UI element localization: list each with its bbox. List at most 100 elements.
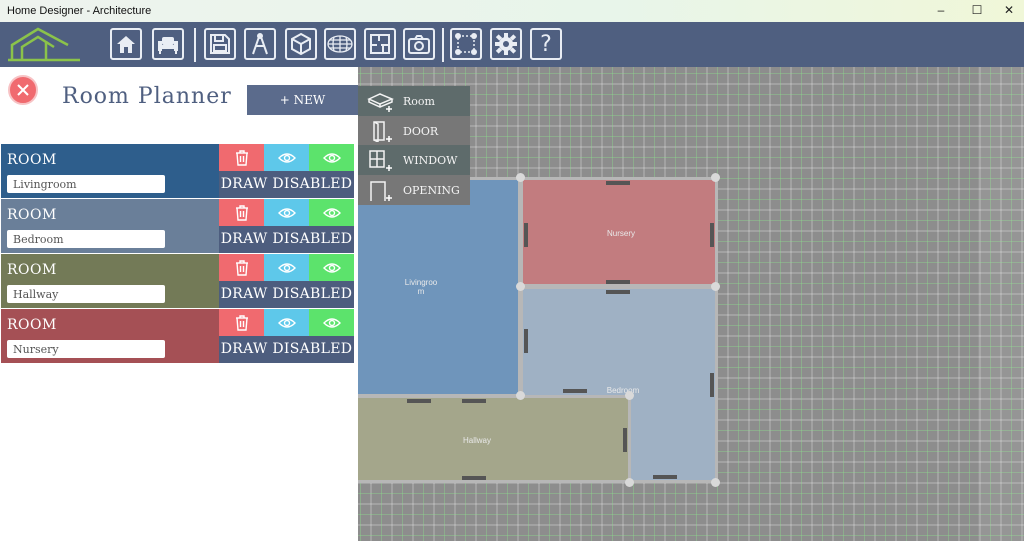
room-type-label: ROOM	[7, 152, 57, 168]
toggle-3d-visibility-button[interactable]	[309, 144, 354, 171]
toggle-3d-visibility-button[interactable]	[309, 254, 354, 281]
toggle-visibility-button[interactable]	[264, 199, 309, 226]
furniture-button[interactable]	[152, 28, 184, 60]
camera-button[interactable]	[403, 28, 435, 60]
home-button[interactable]	[110, 28, 142, 60]
app-logo	[8, 25, 80, 67]
wall-dimension-tag	[606, 181, 630, 185]
canvas-room-nursery[interactable]: Nursery	[520, 177, 718, 287]
title-bar: Home Designer - Architecture – ☐ ✕	[0, 0, 1024, 22]
eye-icon	[277, 152, 296, 163]
canvas-room-hallway[interactable]: Hallway	[358, 395, 631, 483]
settings-button[interactable]	[490, 28, 522, 60]
wall-dimension-tag	[710, 373, 714, 397]
maximize-button[interactable]: ☐	[960, 0, 994, 22]
delete-room-button[interactable]	[219, 254, 264, 281]
canvas-room-label: Nursery	[606, 229, 635, 238]
window-icon	[369, 150, 392, 171]
corner-node[interactable]	[711, 173, 720, 182]
room-type-label: ROOM	[7, 317, 57, 333]
room-name-input[interactable]: Bedroom	[7, 230, 165, 248]
wall-dimension-tag	[606, 280, 630, 284]
draw-toggle-button[interactable]: DRAW DISABLED	[219, 226, 354, 253]
menu-item-window[interactable]: WINDOW	[358, 145, 470, 175]
corner-node[interactable]	[625, 391, 634, 400]
trash-icon	[235, 149, 248, 166]
corner-node[interactable]	[516, 173, 525, 182]
room-planner-panel: Room Planner + NEW ROOM Livingroom DRAW …	[0, 67, 358, 541]
menu-item-room[interactable]: Room	[358, 86, 470, 116]
room-name-input[interactable]: Hallway	[7, 285, 165, 303]
canvas-room-label: Bedroom	[606, 386, 640, 395]
3d-box-icon	[291, 32, 311, 56]
wall-dimension-tag	[407, 399, 431, 403]
room-name-input[interactable]: Livingroom	[7, 175, 165, 193]
canvas-edge-band	[978, 67, 1024, 541]
select-points-button[interactable]	[450, 28, 482, 60]
delete-room-button[interactable]	[219, 144, 264, 171]
wall-dimension-tag	[462, 476, 486, 480]
wall-dimension-tag	[623, 428, 627, 452]
opening-icon	[370, 181, 392, 201]
corner-node[interactable]	[711, 282, 720, 291]
room-name-input[interactable]: Nursery	[7, 340, 165, 358]
draw-toggle-button[interactable]: DRAW DISABLED	[219, 171, 354, 198]
room-icon	[367, 93, 394, 112]
help-button[interactable]: ?	[530, 28, 562, 60]
eye-icon	[322, 262, 341, 273]
floorplan-icon	[370, 34, 390, 54]
menu-item-opening[interactable]: OPENING	[358, 175, 470, 205]
eye-icon	[322, 207, 341, 218]
draw-toggle-button[interactable]: DRAW DISABLED	[219, 336, 354, 363]
toggle-visibility-button[interactable]	[264, 309, 309, 336]
toggle-visibility-button[interactable]	[264, 144, 309, 171]
room-type-label: ROOM	[7, 262, 57, 278]
drafting-icon	[252, 33, 268, 55]
floorplan-button[interactable]	[364, 28, 396, 60]
eye-icon	[277, 262, 296, 273]
home-icon	[117, 36, 135, 53]
3d-view-button[interactable]	[285, 28, 317, 60]
draw-toggle-button[interactable]: DRAW DISABLED	[219, 281, 354, 308]
room-row-nursery: ROOM Nursery DRAW DISABLED	[1, 309, 354, 363]
door-icon	[373, 121, 392, 142]
room-row-livingroom: ROOM Livingroom DRAW DISABLED	[1, 144, 354, 198]
save-button[interactable]	[204, 28, 236, 60]
delete-room-button[interactable]	[219, 199, 264, 226]
new-button[interactable]: + NEW	[247, 85, 358, 115]
wall-dimension-tag	[462, 399, 486, 403]
menu-item-door[interactable]: DOOR	[358, 116, 470, 146]
canvas-room-livingroom[interactable]: Livingroo m	[358, 177, 521, 397]
corner-node[interactable]	[516, 391, 525, 400]
toolbar-separator	[442, 28, 444, 62]
menu-item-label: OPENING	[403, 184, 460, 197]
eye-icon	[322, 152, 341, 163]
close-planner-button[interactable]	[8, 75, 38, 105]
canvas-room-label: Hallway	[462, 436, 491, 445]
drafting-button[interactable]	[244, 28, 276, 60]
delete-room-button[interactable]	[219, 309, 264, 336]
eye-icon	[322, 317, 341, 328]
furniture-icon	[158, 37, 178, 54]
minimize-button[interactable]: –	[924, 0, 958, 22]
corner-node[interactable]	[625, 478, 634, 487]
trash-icon	[235, 204, 248, 221]
toggle-3d-visibility-button[interactable]	[309, 309, 354, 336]
save-icon	[210, 34, 230, 54]
toolbar: ?	[0, 22, 1024, 67]
room-type-label: ROOM	[7, 207, 57, 223]
wall-dimension-tag	[524, 223, 528, 247]
eye-icon	[277, 317, 296, 328]
menu-item-label: Room	[403, 95, 435, 108]
canvas-room-label: Livingroo m	[404, 278, 438, 296]
wall-dimension-tag	[563, 389, 587, 393]
wall-dimension-tag	[524, 329, 528, 353]
close-window-button[interactable]: ✕	[992, 0, 1024, 22]
help-icon: ?	[540, 31, 552, 57]
corner-node[interactable]	[711, 478, 720, 487]
toggle-visibility-button[interactable]	[264, 254, 309, 281]
corner-node[interactable]	[516, 282, 525, 291]
toggle-3d-visibility-button[interactable]	[309, 199, 354, 226]
mesh-button[interactable]	[324, 28, 356, 60]
window-title: Home Designer - Architecture	[7, 5, 152, 17]
